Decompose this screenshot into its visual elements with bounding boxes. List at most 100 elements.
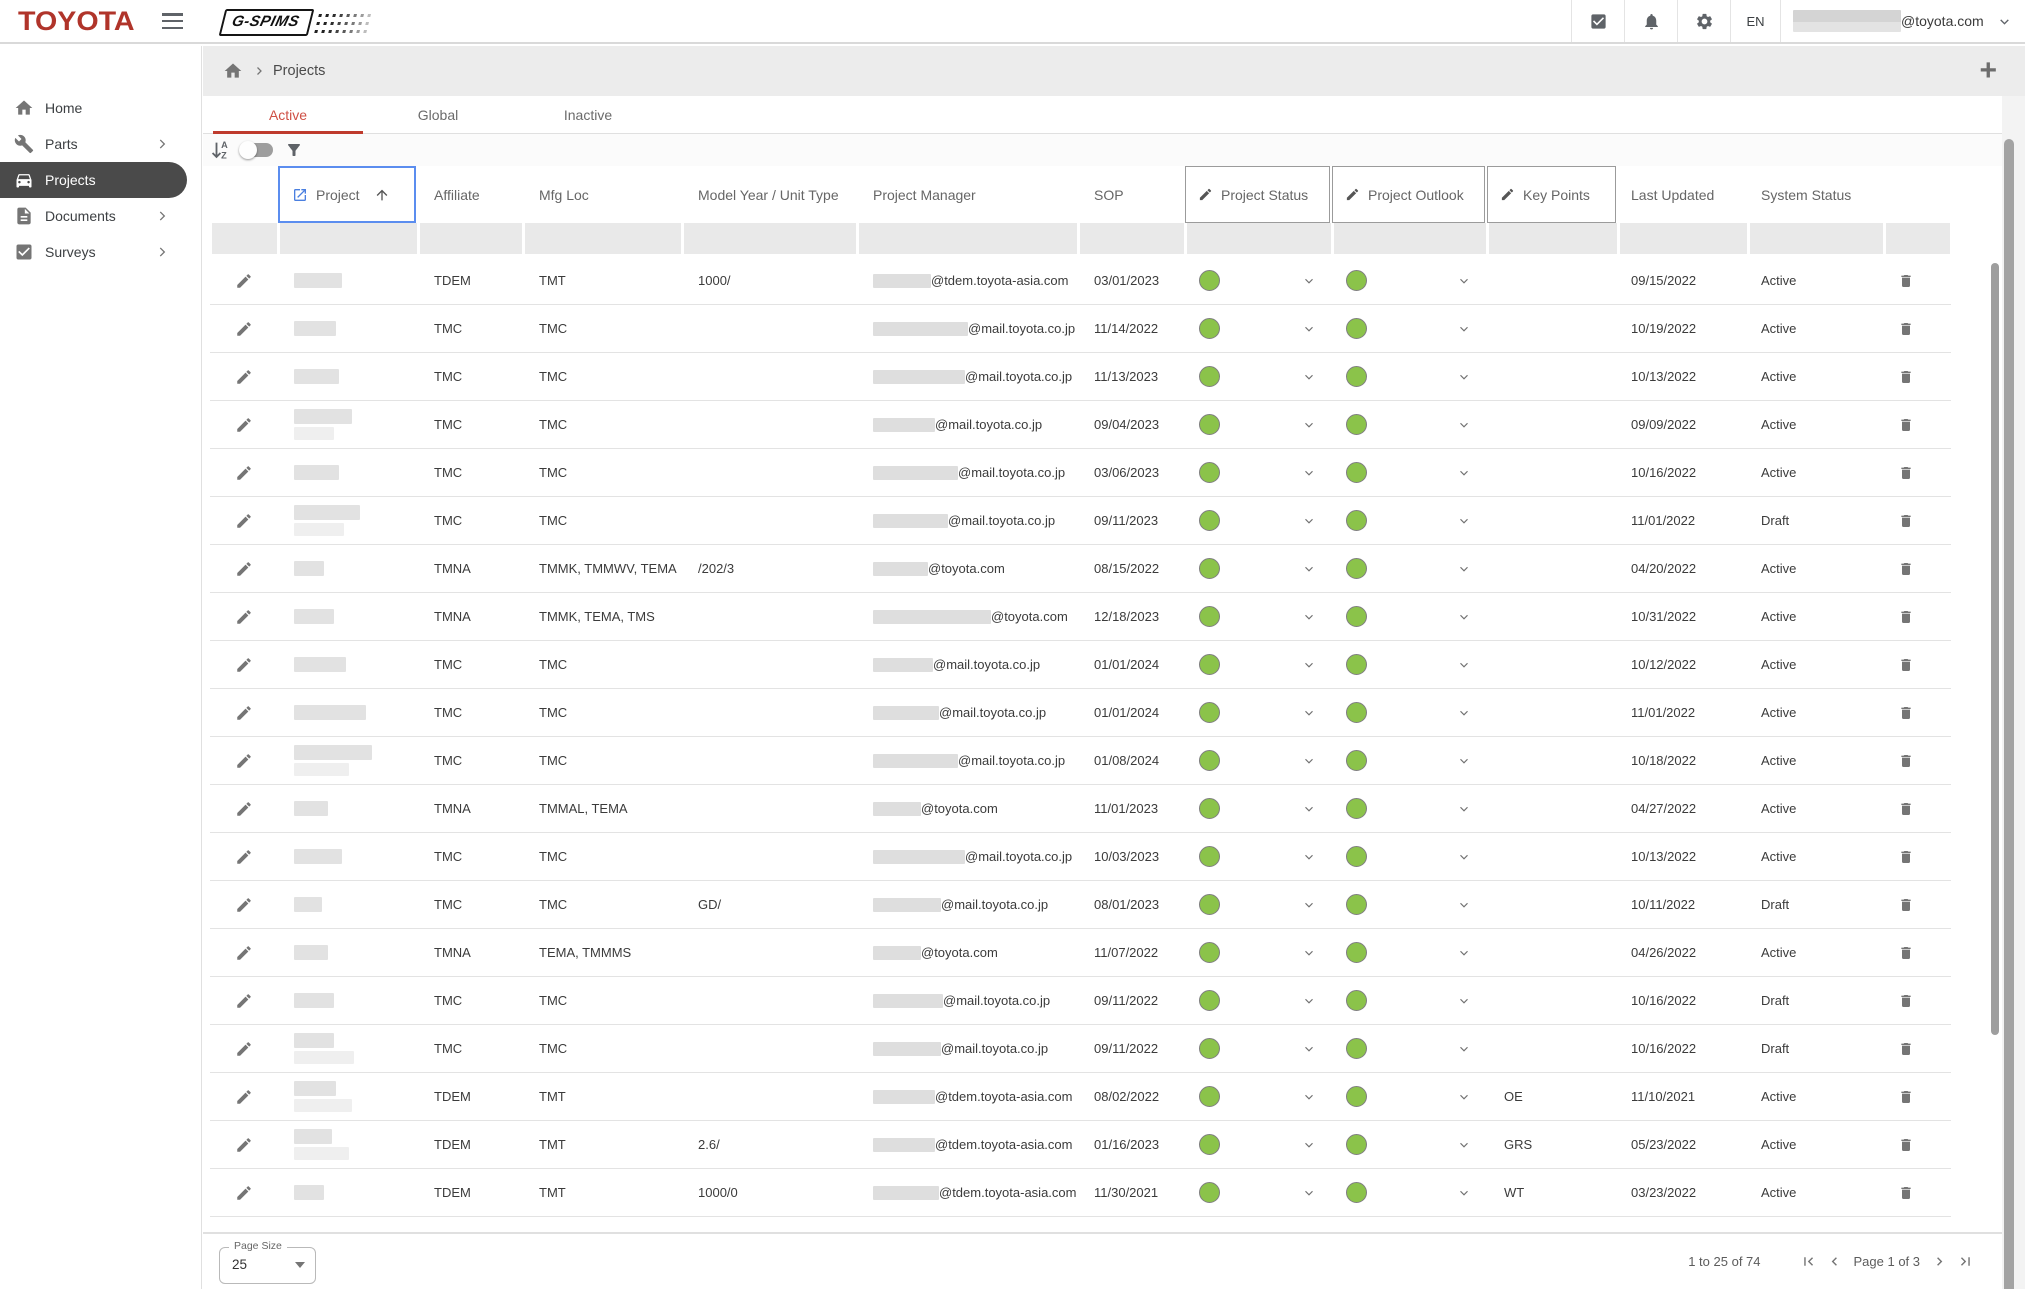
key_points-column-box[interactable]: Key Points <box>1487 166 1616 223</box>
outlook-circle[interactable] <box>1346 1086 1367 1107</box>
chevron-down-icon[interactable] <box>1457 946 1471 960</box>
filter-toggle-switch[interactable] <box>239 140 275 160</box>
chevron-down-icon[interactable] <box>1457 514 1471 528</box>
sidebar-item-parts[interactable]: Parts <box>0 126 201 162</box>
chevron-down-icon[interactable] <box>1302 946 1316 960</box>
filter-cell-affiliate[interactable] <box>420 223 522 254</box>
sidebar-item-documents[interactable]: Documents <box>0 198 201 234</box>
outlook-circle[interactable] <box>1346 798 1367 819</box>
status-circle[interactable] <box>1199 558 1220 579</box>
edit-row-icon[interactable] <box>235 512 253 530</box>
chevron-down-icon[interactable] <box>1457 370 1471 384</box>
chevron-down-icon[interactable] <box>1457 418 1471 432</box>
chevron-down-icon[interactable] <box>1457 1138 1471 1152</box>
status-circle[interactable] <box>1199 318 1220 339</box>
column-header-system_status[interactable]: System Status <box>1748 166 1884 223</box>
column-header-last_updated[interactable]: Last Updated <box>1618 166 1748 223</box>
delete-row-icon[interactable] <box>1898 512 1914 530</box>
edit-row-icon[interactable] <box>235 272 253 290</box>
chevron-down-icon[interactable] <box>1302 658 1316 672</box>
next-page-icon[interactable] <box>1931 1253 1948 1270</box>
delete-row-icon[interactable] <box>1898 800 1914 818</box>
delete-row-icon[interactable] <box>1898 1184 1914 1202</box>
delete-row-icon[interactable] <box>1898 992 1914 1010</box>
outlook-circle[interactable] <box>1346 270 1367 291</box>
user-menu[interactable]: @toyota.com <box>1780 0 2025 42</box>
outlook-circle[interactable] <box>1346 606 1367 627</box>
sidebar-item-surveys[interactable]: Surveys <box>0 234 201 270</box>
status-circle[interactable] <box>1199 1134 1220 1155</box>
add-project-button[interactable]: + <box>1979 59 1997 83</box>
delete-row-icon[interactable] <box>1898 1088 1914 1106</box>
status-circle[interactable] <box>1199 942 1220 963</box>
outlook-circle[interactable] <box>1346 1134 1367 1155</box>
filter-cell-system_status[interactable] <box>1750 223 1883 254</box>
last-page-icon[interactable] <box>1957 1253 1974 1270</box>
chevron-down-icon[interactable] <box>1302 370 1316 384</box>
page-scrollbar-thumb[interactable] <box>2004 139 2014 1289</box>
column-header-model_year[interactable]: Model Year / Unit Type <box>682 166 857 223</box>
edit-row-icon[interactable] <box>235 1088 253 1106</box>
delete-row-icon[interactable] <box>1898 944 1914 962</box>
status-circle[interactable] <box>1199 798 1220 819</box>
outlook-circle[interactable] <box>1346 414 1367 435</box>
edit-row-icon[interactable] <box>235 752 253 770</box>
column-header-sop[interactable]: SOP <box>1078 166 1185 223</box>
chevron-down-icon[interactable] <box>1302 1138 1316 1152</box>
column-header-key_points[interactable]: Key Points <box>1487 166 1618 223</box>
outlook-circle[interactable] <box>1346 510 1367 531</box>
filter-cell-project_manager[interactable] <box>859 223 1077 254</box>
filter-funnel-icon[interactable] <box>285 141 303 159</box>
delete-row-icon[interactable] <box>1898 320 1914 338</box>
chevron-down-icon[interactable] <box>1302 850 1316 864</box>
edit-row-icon[interactable] <box>235 368 253 386</box>
edit-row-icon[interactable] <box>235 944 253 962</box>
chevron-down-icon[interactable] <box>1302 274 1316 288</box>
status-circle[interactable] <box>1199 270 1220 291</box>
edit-row-icon[interactable] <box>235 416 253 434</box>
delete-row-icon[interactable] <box>1898 1040 1914 1058</box>
edit-row-icon[interactable] <box>235 1040 253 1058</box>
status-circle[interactable] <box>1199 1086 1220 1107</box>
tab-inactive[interactable]: Inactive <box>513 96 663 134</box>
chevron-down-icon[interactable] <box>1457 706 1471 720</box>
chevron-down-icon[interactable] <box>1302 610 1316 624</box>
chevron-down-icon[interactable] <box>1302 706 1316 720</box>
settings-gear-icon[interactable] <box>1677 0 1730 42</box>
table-scrollbar-thumb[interactable] <box>1991 263 1999 1035</box>
first-page-icon[interactable] <box>1800 1253 1817 1270</box>
chevron-down-icon[interactable] <box>1457 850 1471 864</box>
delete-row-icon[interactable] <box>1898 464 1914 482</box>
status-circle[interactable] <box>1199 990 1220 1011</box>
filter-cell-sop[interactable] <box>1080 223 1184 254</box>
edit-row-icon[interactable] <box>235 800 253 818</box>
page-scrollbar-track[interactable] <box>2002 96 2025 1289</box>
outlook-circle[interactable] <box>1346 318 1367 339</box>
tasks-checkbox-icon[interactable] <box>1571 0 1624 42</box>
filter-cell-project[interactable] <box>280 223 417 254</box>
edit-row-icon[interactable] <box>235 1184 253 1202</box>
edit-row-icon[interactable] <box>235 464 253 482</box>
chevron-down-icon[interactable] <box>1457 562 1471 576</box>
column-header-project[interactable]: Project <box>278 166 418 223</box>
status-circle[interactable] <box>1199 1182 1220 1203</box>
outlook-circle[interactable] <box>1346 654 1367 675</box>
status-circle[interactable] <box>1199 894 1220 915</box>
outlook-circle[interactable] <box>1346 1038 1367 1059</box>
chevron-down-icon[interactable] <box>1302 1090 1316 1104</box>
chevron-down-icon[interactable] <box>1457 994 1471 1008</box>
edit-row-icon[interactable] <box>235 1136 253 1154</box>
delete-row-icon[interactable] <box>1898 896 1914 914</box>
home-icon[interactable] <box>223 61 243 81</box>
chevron-down-icon[interactable] <box>1302 514 1316 528</box>
chevron-down-icon[interactable] <box>1302 898 1316 912</box>
hamburger-menu-icon[interactable] <box>162 13 183 30</box>
edit-row-icon[interactable] <box>235 656 253 674</box>
chevron-down-icon[interactable] <box>1457 1090 1471 1104</box>
chevron-down-icon[interactable] <box>1457 466 1471 480</box>
status-circle[interactable] <box>1199 606 1220 627</box>
sort-az-icon[interactable]: A Z <box>211 139 233 161</box>
chevron-down-icon[interactable] <box>1302 1042 1316 1056</box>
status-circle[interactable] <box>1199 846 1220 867</box>
outlook-circle[interactable] <box>1346 462 1367 483</box>
